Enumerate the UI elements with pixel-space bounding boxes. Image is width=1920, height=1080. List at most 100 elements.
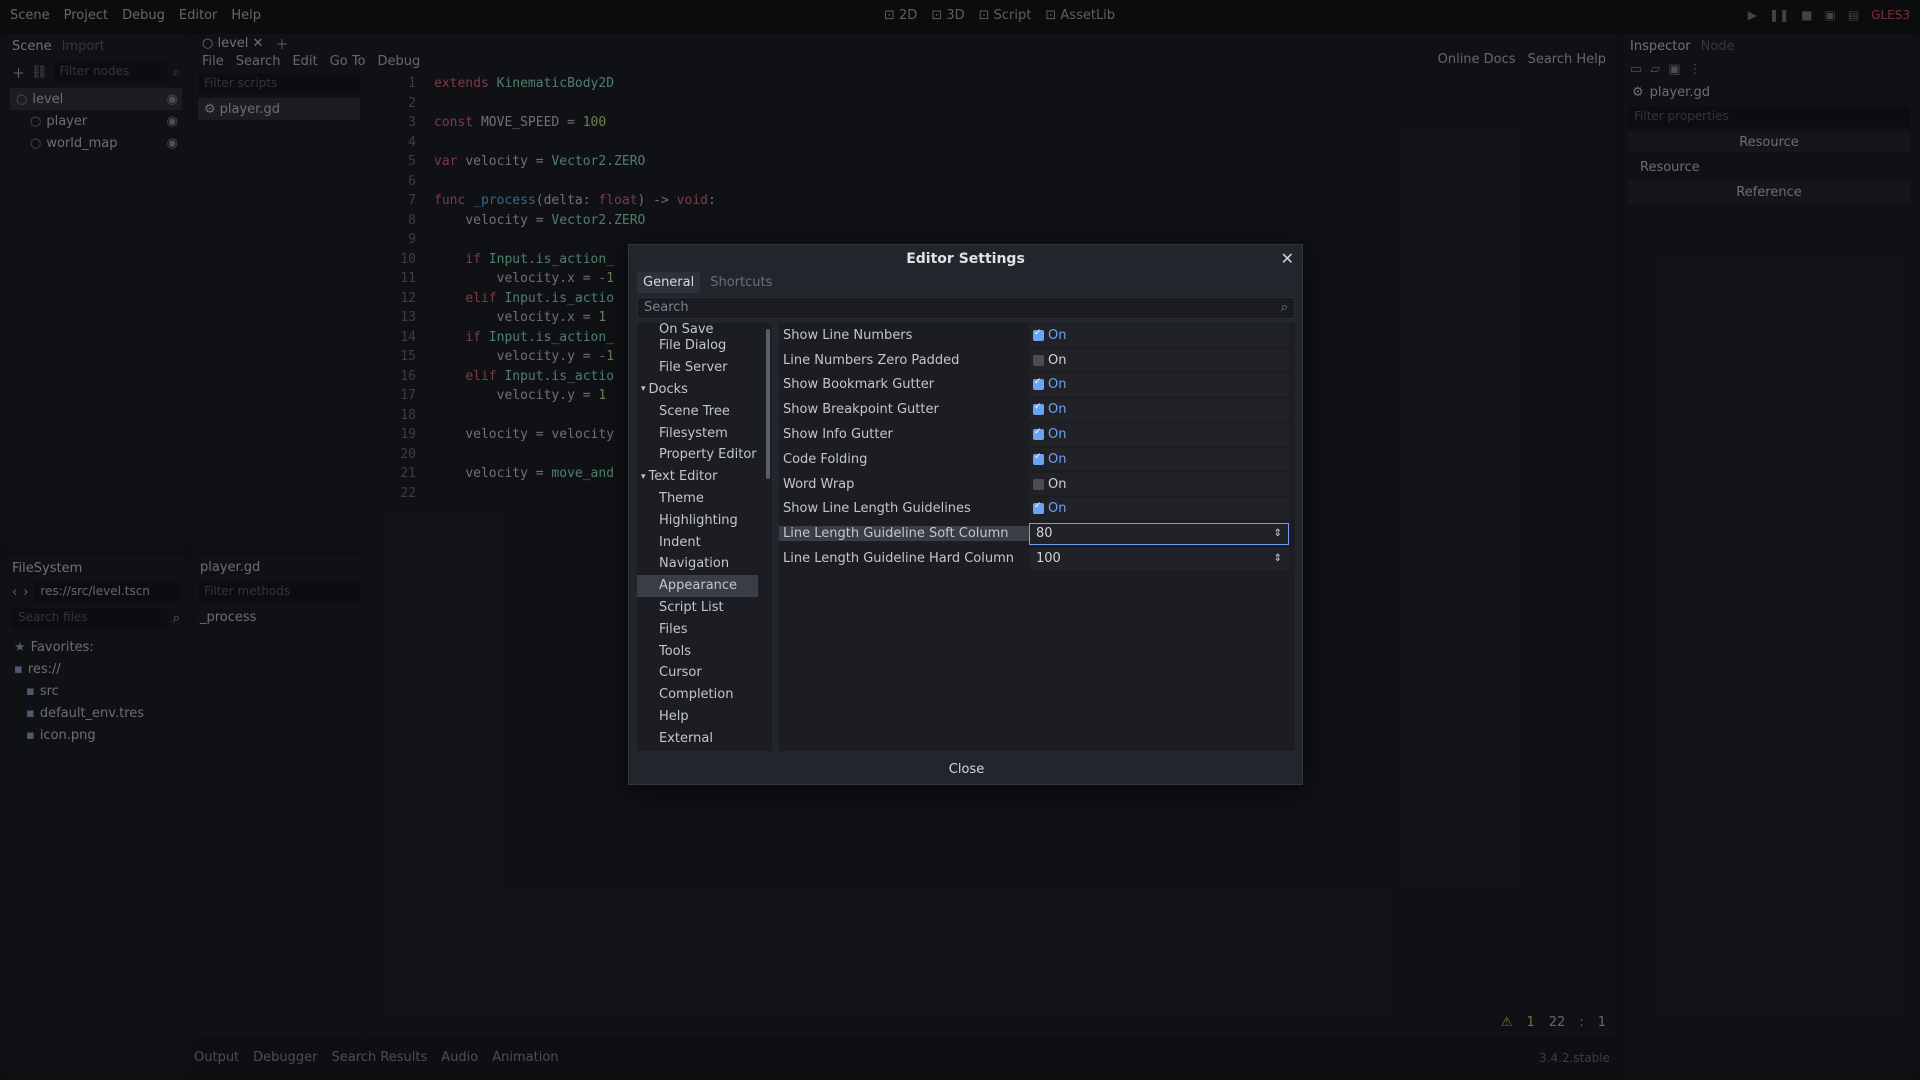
search-icon: ⌕ <box>1280 300 1288 315</box>
tab-general[interactable]: General <box>637 271 701 293</box>
category-label: Tools <box>659 643 692 659</box>
category-label: Appearance <box>659 578 738 594</box>
checkbox[interactable] <box>1033 354 1044 366</box>
search-placeholder: Search <box>644 300 689 315</box>
checkbox[interactable] <box>1033 501 1044 515</box>
settings-category[interactable]: Navigation <box>637 553 772 575</box>
setting-row: Show Bookmark Gutter On <box>779 373 1295 398</box>
settings-search-input[interactable]: Search ⌕ <box>637 297 1295 319</box>
setting-row: Line Length Guideline Hard Column 100 ⇕ <box>779 546 1295 571</box>
settings-category[interactable]: Files <box>637 618 772 640</box>
category-label: External <box>659 730 713 746</box>
category-label: File Server <box>659 360 728 376</box>
spinner-icon[interactable]: ⇕ <box>1274 528 1282 539</box>
setting-label: Show Line Numbers <box>783 327 913 343</box>
setting-label: Line Length Guideline Soft Column <box>779 526 1029 542</box>
setting-row: Line Length Guideline Soft Column 80 ⇕ <box>779 521 1295 546</box>
settings-category[interactable]: Appearance <box>637 574 758 597</box>
setting-row: Show Breakpoint Gutter On <box>779 397 1295 422</box>
category-label: Completion <box>659 687 734 703</box>
settings-category[interactable]: ▾ Text Editor <box>637 466 772 488</box>
checkbox[interactable] <box>1033 402 1044 416</box>
editor-settings-dialog: Editor Settings ✕ General Shortcuts Sear… <box>628 244 1303 785</box>
settings-category[interactable]: Tools <box>637 640 772 662</box>
setting-value[interactable]: 80 ⇕ <box>1029 522 1289 545</box>
spinbox-value: 80 <box>1036 526 1053 542</box>
setting-row: Show Line Length Guidelines On <box>779 497 1295 522</box>
category-label: File Dialog <box>659 338 727 354</box>
setting-row: Line Numbers Zero Padded On <box>779 348 1295 373</box>
setting-row: Show Info Gutter On <box>779 422 1295 447</box>
spinbox-value: 100 <box>1036 551 1061 567</box>
tab-shortcuts[interactable]: Shortcuts <box>704 272 778 293</box>
category-label: Help <box>659 708 689 724</box>
checkbox-label: On <box>1048 377 1067 393</box>
setting-label: Line Length Guideline Hard Column <box>783 551 1014 567</box>
settings-category[interactable]: External <box>637 727 772 749</box>
setting-label: Show Breakpoint Gutter <box>783 402 939 418</box>
settings-category[interactable]: ▾ Docks <box>637 379 772 401</box>
settings-category[interactable]: Help <box>637 706 772 728</box>
setting-label: Show Info Gutter <box>783 427 893 443</box>
setting-value[interactable]: On <box>1029 373 1289 396</box>
settings-category[interactable]: Indent <box>637 531 772 553</box>
dialog-tabs: General Shortcuts <box>637 269 778 295</box>
category-scrollbar[interactable] <box>766 329 770 479</box>
setting-value[interactable]: On <box>1029 473 1289 496</box>
settings-category-tree: On Save File Dialog File Server ▾ Docks Scene… <box>637 323 772 751</box>
checkbox-label: On <box>1048 402 1067 418</box>
spinbox[interactable]: 100 ⇕ <box>1029 548 1289 570</box>
category-label: Scene Tree <box>659 403 730 419</box>
category-label: Property Editor <box>659 447 757 463</box>
settings-category[interactable]: Theme <box>637 488 772 510</box>
settings-category[interactable]: Scene Tree <box>637 400 772 422</box>
spinbox[interactable]: 80 ⇕ <box>1029 522 1289 545</box>
setting-value[interactable]: On <box>1029 324 1289 347</box>
checkbox[interactable] <box>1033 427 1044 441</box>
checkbox[interactable] <box>1033 478 1044 490</box>
setting-value[interactable]: 100 ⇕ <box>1029 547 1289 570</box>
category-label: Script List <box>659 599 724 615</box>
checkbox[interactable] <box>1033 452 1044 465</box>
category-label: Cursor <box>659 665 702 681</box>
category-label: Navigation <box>659 556 730 572</box>
setting-row: Show Line Numbers On <box>779 323 1295 348</box>
category-label: Indent <box>659 534 701 550</box>
category-label: Theme <box>659 490 704 506</box>
checkbox[interactable] <box>1033 377 1044 391</box>
settings-category[interactable]: File Server <box>637 357 772 379</box>
settings-category[interactable]: Highlighting <box>637 509 772 531</box>
setting-label: Code Folding <box>783 451 868 467</box>
setting-value[interactable]: On <box>1029 398 1289 421</box>
checkbox-label: On <box>1048 501 1067 517</box>
settings-category[interactable]: Completion <box>637 684 772 706</box>
category-label: Text Editor <box>648 469 718 485</box>
category-label: Docks <box>648 381 688 397</box>
chevron-down-icon: ▾ <box>641 471 646 482</box>
settings-category[interactable]: On Save <box>637 323 772 337</box>
checkbox-label: On <box>1048 427 1067 443</box>
spinner-icon[interactable]: ⇕ <box>1274 553 1282 564</box>
settings-category[interactable]: Cursor <box>637 662 772 684</box>
category-label: Filesystem <box>659 425 728 441</box>
checkbox-label: On <box>1048 451 1067 467</box>
setting-label: Show Bookmark Gutter <box>783 377 935 393</box>
setting-value[interactable]: On <box>1029 423 1289 446</box>
setting-value[interactable]: On <box>1029 448 1289 471</box>
settings-property-list: Show Line NumbersOnLine Numbers Zero Pad… <box>779 323 1295 751</box>
category-label: Files <box>659 621 688 637</box>
close-icon[interactable]: ✕ <box>1281 249 1294 268</box>
setting-value[interactable]: On <box>1029 497 1289 520</box>
setting-row: Word Wrap On <box>779 472 1295 497</box>
settings-category[interactable]: Filesystem <box>637 422 772 444</box>
checkbox[interactable] <box>1033 328 1044 341</box>
setting-label: Line Numbers Zero Padded <box>783 352 960 368</box>
settings-category[interactable]: File Dialog <box>637 335 772 357</box>
setting-value[interactable]: On <box>1029 349 1289 372</box>
checkbox-label: On <box>1048 476 1067 492</box>
setting-label: Word Wrap <box>783 476 855 492</box>
checkbox-label: On <box>1048 327 1067 343</box>
close-button[interactable]: Close <box>929 758 1004 782</box>
settings-category[interactable]: Property Editor <box>637 444 772 466</box>
settings-category[interactable]: Script List <box>637 597 772 619</box>
